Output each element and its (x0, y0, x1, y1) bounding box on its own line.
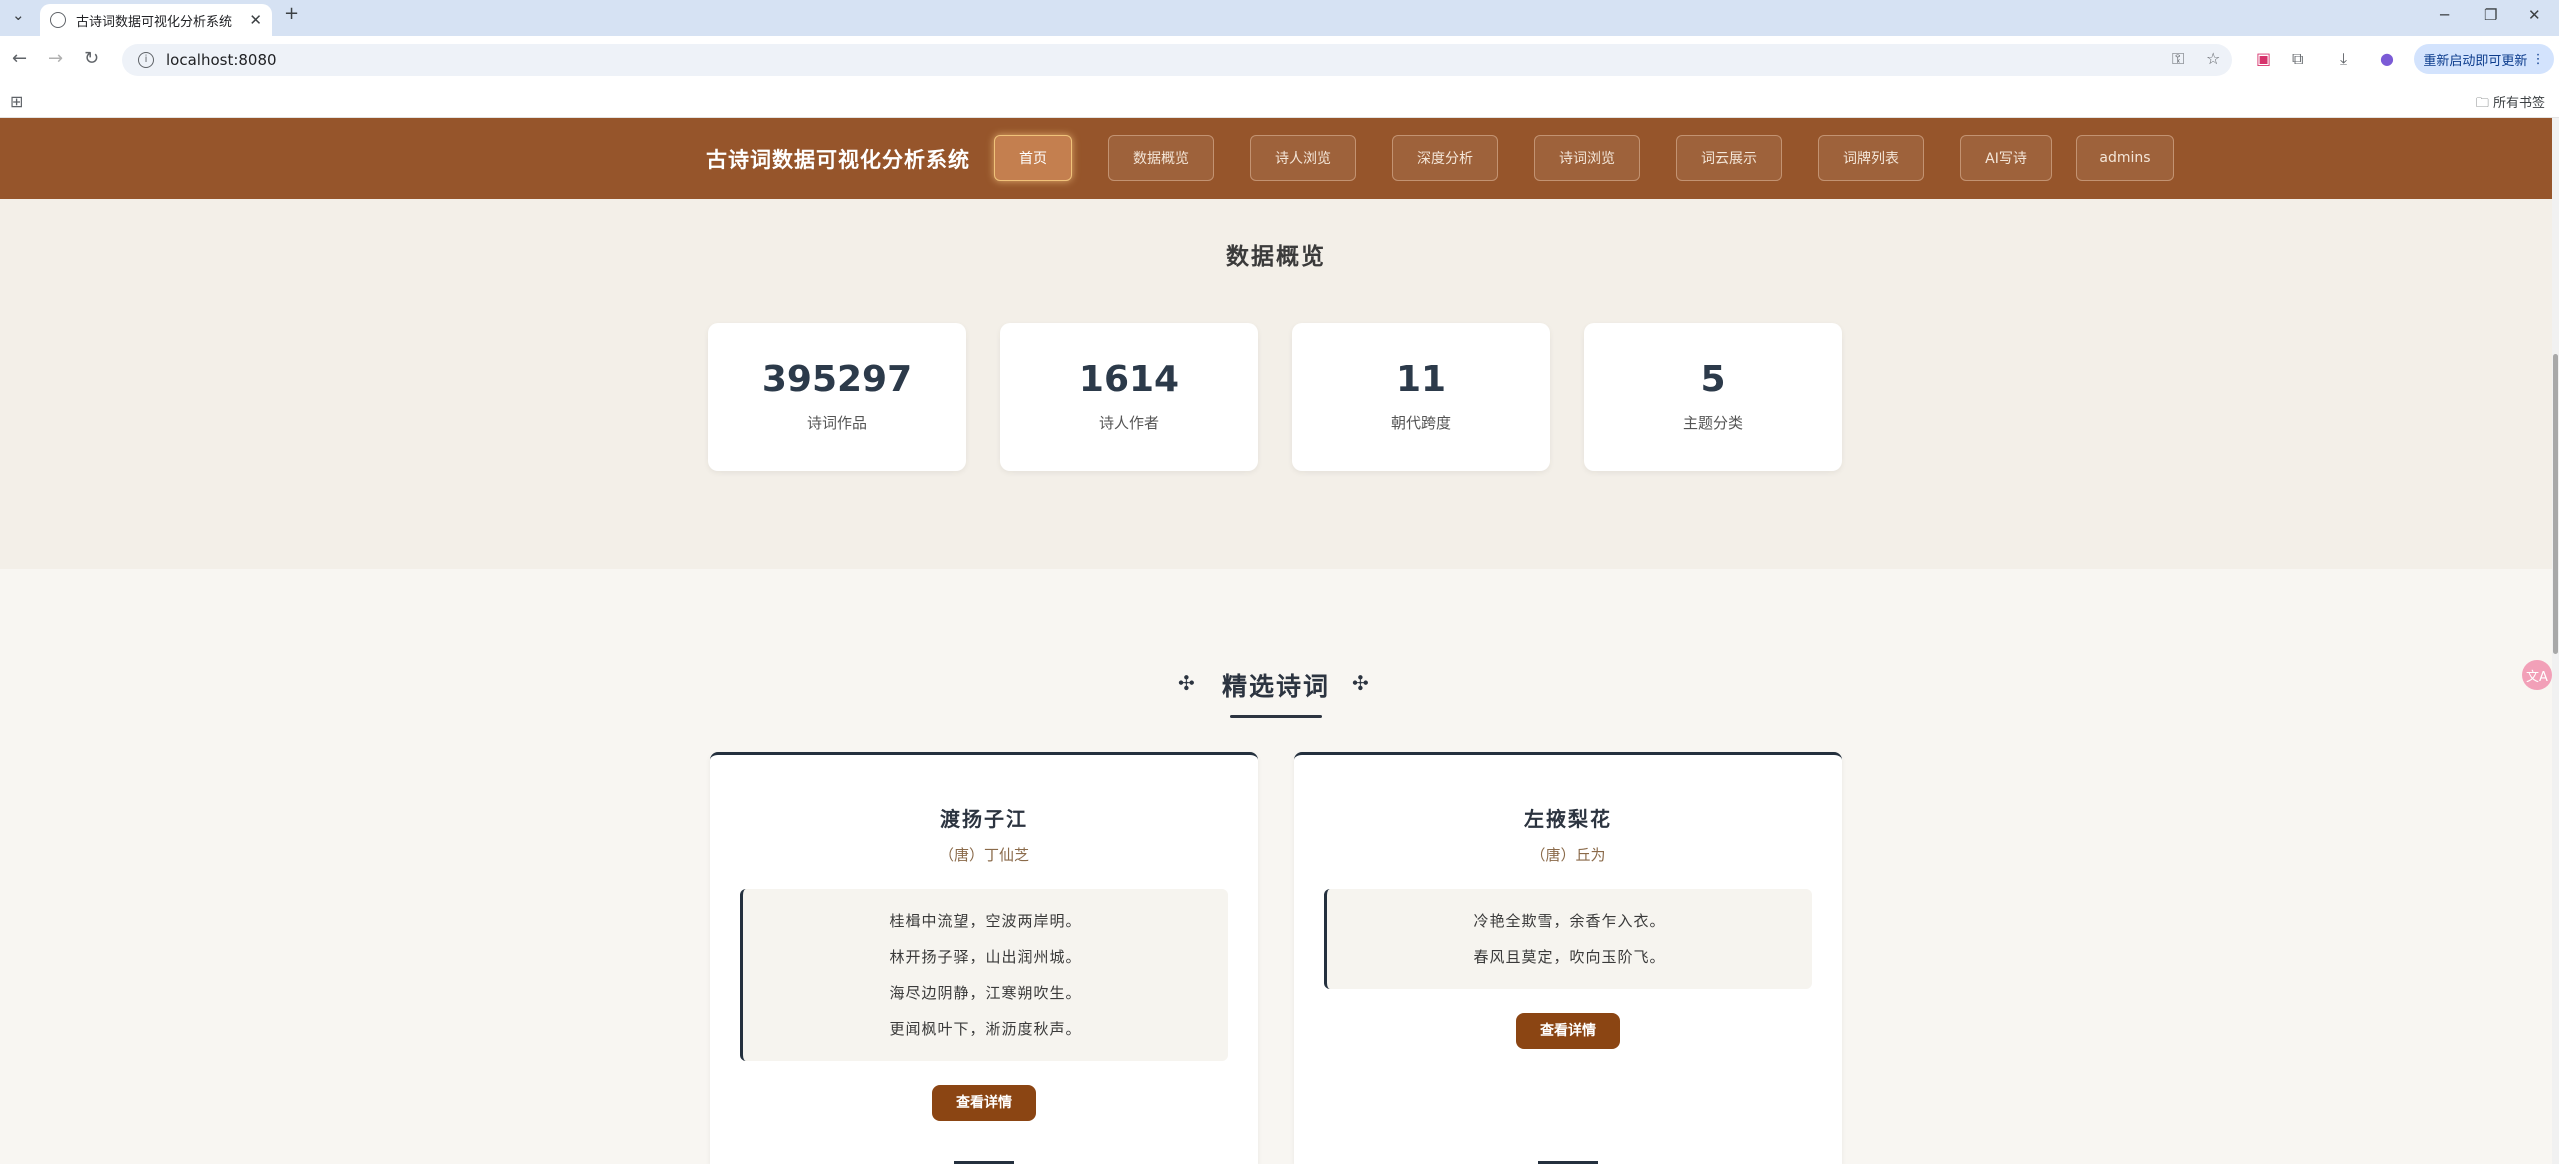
featured-title: 精选诗词 (1221, 672, 1330, 701)
stat-label: 诗词作品 (806, 414, 867, 432)
tab-title: 古诗词数据可视化分析系统 (76, 14, 233, 30)
view-details-button[interactable]: 查看详情 (1516, 1013, 1620, 1049)
update-button-label: 重新启动即可更新 (2423, 53, 2528, 69)
stat-label: 主题分类 (1682, 414, 1743, 432)
new-tab-icon[interactable]: + (284, 3, 299, 24)
site-navbar: 古诗词数据可视化分析系统 首页 数据概览 诗人浏览 深度分析 诗词浏览 词云展示… (0, 118, 2552, 199)
verse-line: 林开扬子驿，山出润州城。 (889, 948, 1082, 966)
password-key-icon[interactable]: ⚿ (2172, 49, 2184, 69)
verse-line: 桂楫中流望，空波两岸明。 (889, 912, 1082, 930)
verse-line: 更闻枫叶下，淅沥度秋声。 (889, 1020, 1082, 1038)
stat-value: 11 (1395, 359, 1447, 400)
poem-author: （唐）丘为 (1530, 846, 1606, 864)
reload-icon[interactable]: ↻ (84, 48, 99, 69)
stat-label: 朝代跨度 (1390, 414, 1451, 432)
stat-card-themes: 5 主题分类 (1584, 323, 1842, 471)
overview-section: 数据概览 395297 诗词作品 1614 诗人作者 11 朝代跨度 5 主题分… (0, 199, 2552, 569)
nav-data-overview[interactable]: 数据概览 (1108, 135, 1214, 181)
nav-poem-browse[interactable]: 诗词浏览 (1534, 135, 1640, 181)
globe-icon (50, 12, 66, 28)
minimize-icon[interactable]: ─ (2440, 6, 2449, 24)
poem-title: 左掖梨花 (1524, 807, 1612, 831)
stat-label: 诗人作者 (1098, 414, 1159, 432)
stat-card-poems: 395297 诗词作品 (708, 323, 966, 471)
featured-section: ✣ 精选诗词 ✣ 渡扬子江 （唐）丁仙芝 桂楫中流望，空波两岸明。 林开扬子驿，… (0, 569, 2552, 1164)
close-tab-icon[interactable]: ✕ (249, 11, 262, 29)
poem-card: 渡扬子江 （唐）丁仙芝 桂楫中流望，空波两岸明。 林开扬子驿，山出润州城。 海尽… (710, 752, 1258, 1164)
poem-title: 渡扬子江 (940, 807, 1028, 831)
apps-grid-icon[interactable]: ⊞ (10, 92, 23, 111)
nav-admin[interactable]: admins (2076, 135, 2174, 181)
update-button[interactable]: 重新启动即可更新 ⋮ (2414, 44, 2554, 74)
verse-line: 冷艳全欺雪，余香乍入衣。 (1473, 912, 1666, 930)
stat-card-dynasties: 11 朝代跨度 (1292, 323, 1550, 471)
bookmark-star-icon[interactable]: ☆ (2206, 49, 2220, 68)
nav-poet-browse[interactable]: 诗人浏览 (1250, 135, 1356, 181)
view-details-button[interactable]: 查看详情 (932, 1085, 1036, 1121)
url-field[interactable]: i localhost:8080 (122, 44, 2232, 76)
verse-line: 春风且莫定，吹向玉阶飞。 (1473, 948, 1666, 966)
browser-tab[interactable]: 古诗词数据可视化分析系统 ✕ (40, 4, 272, 36)
all-bookmarks[interactable]: 🗀 所有书签 (2476, 92, 2545, 116)
poem-verses: 冷艳全欺雪，余香乍入衣。 春风且莫定，吹向玉阶飞。 (1324, 889, 1812, 989)
poem-verses: 桂楫中流望，空波两岸明。 林开扬子驿，山出润州城。 海尽边阴静，江寒朔吹生。 更… (740, 889, 1228, 1061)
back-icon[interactable]: ← (12, 48, 27, 69)
address-bar: ← → ↻ i localhost:8080 ⚿ ☆ ▣ ⧉ ⤓ ● 重新启动即… (0, 36, 2559, 84)
poem-author: （唐）丁仙芝 (938, 846, 1029, 864)
nav-word-cloud[interactable]: 词云展示 (1676, 135, 1782, 181)
title-underline (1230, 715, 1322, 718)
nav-cipai-list[interactable]: 词牌列表 (1818, 135, 1924, 181)
all-bookmarks-label: 所有书签 (2492, 96, 2545, 111)
scrollbar-thumb[interactable] (2553, 354, 2558, 654)
stat-value: 5 (1700, 359, 1726, 400)
site-title: 古诗词数据可视化分析系统 (706, 148, 970, 172)
extensions-puzzle-icon[interactable]: ⧉ (2292, 49, 2303, 69)
nav-ai-poetry[interactable]: AI写诗 (1960, 135, 2052, 181)
nav-deep-analysis[interactable]: 深度分析 (1392, 135, 1498, 181)
folder-icon: 🗀 (2475, 96, 2489, 111)
overview-title: 数据概览 (1226, 244, 1326, 270)
site-info-icon[interactable]: i (138, 52, 154, 68)
profile-avatar-icon[interactable]: ● (2380, 49, 2394, 68)
stat-card-poets: 1614 诗人作者 (1000, 323, 1258, 471)
tab-list-icon[interactable]: ⌄ (12, 6, 25, 24)
translate-icon[interactable]: 文A (2522, 660, 2552, 690)
stat-value: 1614 (1078, 359, 1180, 400)
extension-app-icon[interactable]: ▣ (2256, 49, 2271, 68)
close-window-icon[interactable]: ✕ (2528, 6, 2541, 24)
download-icon[interactable]: ⤓ (2340, 49, 2347, 69)
bookmarks-bar: ⊞ 🗀 所有书签 (0, 84, 2559, 118)
forward-icon[interactable]: → (48, 48, 63, 69)
verse-line: 海尽边阴静，江寒朔吹生。 (889, 984, 1082, 1002)
stat-value: 395297 (761, 359, 913, 400)
page-scrollbar[interactable] (2552, 118, 2559, 1164)
restore-icon[interactable]: ❐ (2484, 6, 2497, 24)
url-text: localhost:8080 (166, 51, 277, 69)
poem-card: 左掖梨花 （唐）丘为 冷艳全欺雪，余香乍入衣。 春风且莫定，吹向玉阶飞。 查看详… (1294, 752, 1842, 1164)
nav-home[interactable]: 首页 (994, 135, 1072, 181)
ornament-right-icon: ✣ (1352, 671, 1369, 695)
browser-tab-bar: ⌄ 古诗词数据可视化分析系统 ✕ + ─ ❐ ✕ (0, 0, 2559, 36)
